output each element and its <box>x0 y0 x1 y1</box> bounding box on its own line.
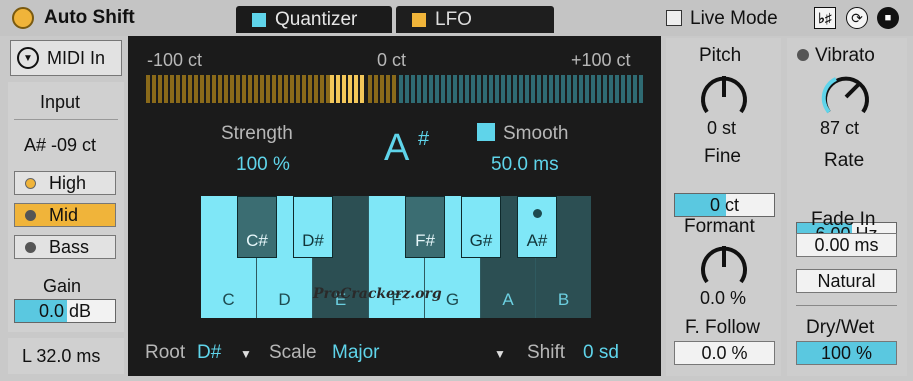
quantizer-color-swatch <box>252 12 266 27</box>
gain-slider[interactable]: 0.0 dB <box>14 299 116 323</box>
device-power-button[interactable] <box>12 7 34 29</box>
lfo-color-swatch <box>412 12 426 27</box>
key-g-sharp[interactable]: G# <box>461 196 501 258</box>
flat-sharp-icon[interactable]: ♭♯ <box>814 7 836 29</box>
strength-label: Strength <box>221 123 293 144</box>
rate-title: Rate <box>824 150 865 171</box>
scale-value[interactable]: Major <box>332 342 380 364</box>
live-mode-label: Live Mode <box>690 8 778 29</box>
follow-field[interactable]: 0.0 % <box>674 341 775 365</box>
input-title: Input <box>40 92 81 112</box>
range-mid-button[interactable]: Mid <box>14 203 116 227</box>
range-bass-label: Bass <box>49 236 90 257</box>
strength-value[interactable]: 100 % <box>236 154 290 176</box>
range-bass-button[interactable]: Bass <box>14 235 116 259</box>
follow-title: F. Follow <box>685 317 760 338</box>
key-a-label: A <box>502 290 514 309</box>
watermark: ProCrackerz.org <box>313 286 442 302</box>
root-value[interactable]: D# <box>197 342 221 364</box>
pitch-knob[interactable] <box>698 70 750 118</box>
formant-knob[interactable] <box>698 240 750 288</box>
smooth-toggle[interactable] <box>477 123 495 141</box>
fade-title: Fade In <box>811 209 876 230</box>
pitch-title: Pitch <box>699 45 742 66</box>
tab-lfo-label: LFO <box>435 8 472 30</box>
key-f-sharp[interactable]: F# <box>405 196 445 258</box>
meter-right-bar <box>399 75 643 103</box>
range-high-button[interactable]: High <box>14 171 116 195</box>
key-a-sharp-label: A# <box>526 231 548 250</box>
smooth-value[interactable]: 50.0 ms <box>491 154 559 176</box>
drywet-slider[interactable]: 100 % <box>796 341 897 365</box>
key-c-sharp-label: C# <box>246 231 268 250</box>
tab-quantizer[interactable]: Quantizer <box>236 6 392 33</box>
dropdown-circle-icon: ▼ <box>17 47 39 69</box>
formant-value: 0.0 % <box>700 288 747 308</box>
gain-title: Gain <box>43 276 82 296</box>
input-note-readout: A# -09 ct <box>24 135 97 155</box>
fine-value: 0 ct <box>709 195 739 215</box>
key-a-sharp[interactable]: A# <box>517 196 557 258</box>
latency-readout: L 32.0 ms <box>22 346 101 366</box>
fine-title: Fine <box>704 146 741 167</box>
key-c-sharp[interactable]: C# <box>237 196 277 258</box>
mid-dot-icon <box>25 209 36 221</box>
vibrato-toggle[interactable] <box>797 49 809 61</box>
key-d-sharp-label: D# <box>302 231 324 250</box>
meter-left-label: -100 ct <box>147 50 203 70</box>
meter-active-segment <box>330 75 366 103</box>
drywet-title: Dry/Wet <box>806 317 875 338</box>
vibrato-title: Vibrato <box>815 45 875 66</box>
shift-label: Shift <box>527 342 566 363</box>
save-icon[interactable]: ■ <box>877 7 899 29</box>
key-f-sharp-label: F# <box>415 231 435 250</box>
current-note-accidental: # <box>418 128 430 150</box>
current-note: A <box>384 127 410 169</box>
divider <box>796 305 897 306</box>
key-d-label: D <box>278 290 291 309</box>
range-mid-label: Mid <box>49 204 79 225</box>
meter-mid-label: 0 ct <box>377 50 407 70</box>
shift-value[interactable]: 0 sd <box>583 342 619 364</box>
vibrato-value: 87 ct <box>820 118 860 138</box>
root-label: Root <box>145 342 186 363</box>
range-high-label: High <box>49 172 87 193</box>
key-d-sharp[interactable]: D# <box>293 196 333 258</box>
tab-lfo[interactable]: LFO <box>396 6 554 33</box>
vibrato-knob[interactable] <box>820 70 872 118</box>
pitch-value: 0 st <box>707 118 737 138</box>
refresh-icon[interactable]: ⟳ <box>846 7 868 29</box>
key-b-label: B <box>557 290 570 309</box>
fade-field[interactable]: 0.00 ms <box>796 233 897 257</box>
active-note-dot-icon <box>533 209 542 218</box>
live-mode-checkbox[interactable] <box>666 10 682 26</box>
key-g-sharp-label: G# <box>469 231 493 250</box>
tab-quantizer-label: Quantizer <box>275 8 358 30</box>
meter-right-label: +100 ct <box>571 50 631 70</box>
scale-dropdown-icon[interactable]: ▼ <box>494 347 506 361</box>
formant-title: Formant <box>684 216 755 237</box>
device-title: Auto Shift <box>44 7 135 28</box>
vibrato-mode-button[interactable]: Natural <box>796 269 897 293</box>
high-dot-icon <box>25 177 36 189</box>
divider <box>14 119 118 120</box>
root-dropdown-icon[interactable]: ▼ <box>240 347 252 361</box>
bass-dot-icon <box>25 241 36 253</box>
midi-in-button[interactable]: ▼ MIDI In <box>10 40 122 76</box>
gain-value: 0.0 dB <box>38 301 92 321</box>
fine-slider[interactable]: 0 ct <box>674 193 775 217</box>
key-c-label: C <box>222 290 235 309</box>
auto-shift-device: Auto Shift Quantizer LFO Live Mode ♭♯ ⟳ … <box>0 0 913 381</box>
midi-in-label: MIDI In <box>47 47 106 68</box>
scale-label: Scale <box>269 342 317 363</box>
smooth-label: Smooth <box>503 123 569 144</box>
